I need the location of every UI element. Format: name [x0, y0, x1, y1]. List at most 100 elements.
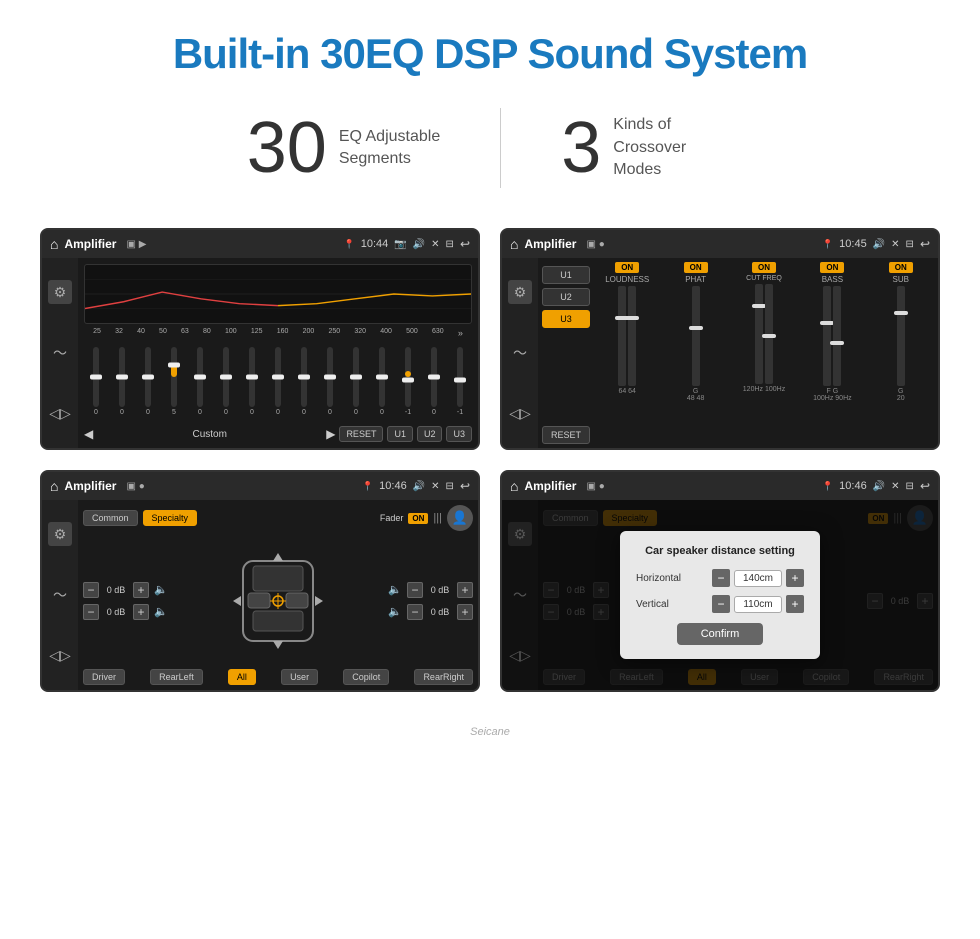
vertical-plus[interactable]: +: [786, 595, 804, 613]
eq-prev-btn[interactable]: ◀: [84, 427, 93, 441]
eq-slider-12[interactable]: -1: [396, 347, 420, 416]
vol-icon-2[interactable]: ◁▷: [508, 402, 532, 426]
sub-toggle[interactable]: ON: [889, 262, 913, 273]
driver-btn[interactable]: Driver: [83, 669, 125, 685]
home-icon-3[interactable]: ⌂: [50, 478, 58, 494]
phat-slider[interactable]: [692, 286, 700, 386]
home-icon[interactable]: ⌂: [50, 236, 58, 252]
db-plus-rr[interactable]: +: [457, 604, 473, 620]
eq-slider-8[interactable]: 0: [292, 347, 316, 416]
cutfreq-slider-2[interactable]: [765, 284, 773, 384]
volume-icon-4: 🔊: [873, 481, 885, 492]
vol-sidebar-icon[interactable]: ◁▷: [48, 402, 72, 426]
bass-slider-2[interactable]: [833, 286, 841, 386]
eq-slider-0[interactable]: 0: [84, 347, 108, 416]
wave-sidebar-icon[interactable]: 〜: [48, 341, 72, 365]
eq-slider-14[interactable]: -1: [448, 347, 472, 416]
crossover-u3[interactable]: U3: [542, 310, 590, 328]
vertical-minus[interactable]: −: [712, 595, 730, 613]
eq-slider-5[interactable]: 0: [214, 347, 238, 416]
home-icon-4[interactable]: ⌂: [510, 478, 518, 494]
screen-topbar-1: ⌂ Amplifier ▣ ▶ 📍 10:44 📷 🔊 ✕ ⊟ ↩: [42, 230, 478, 258]
loudness-slider[interactable]: [618, 286, 626, 386]
channel-cutfreq: ON CUT FREQ 120Hz 100Hz: [731, 262, 797, 444]
x-icon-4: ✕: [891, 481, 899, 492]
left-db-controls: − 0 dB + 🔈 − 0 dB + 🔈: [83, 536, 168, 665]
topbar-time-4: 10:46: [839, 480, 867, 492]
phat-vals: 48 48: [687, 395, 705, 402]
rec-icons-3: ▣ ●: [126, 481, 144, 492]
all-btn[interactable]: All: [228, 669, 256, 685]
back-icon-3: ↩: [460, 479, 470, 493]
fader-toggle-3[interactable]: ON: [408, 513, 428, 524]
phat-g-label: G: [693, 388, 698, 395]
bass-slider-1[interactable]: [823, 286, 831, 386]
loudness-slider-2[interactable]: [628, 286, 636, 386]
eq-next-btn[interactable]: ▶: [326, 427, 335, 441]
eq-icon-3[interactable]: ⚙: [48, 522, 72, 546]
eq-slider-3[interactable]: 5: [162, 347, 186, 416]
volume-icon: 🔊: [413, 239, 425, 250]
eq-slider-10[interactable]: 0: [344, 347, 368, 416]
eq-slider-1[interactable]: 0: [110, 347, 134, 416]
eq-icon-2[interactable]: ⚙: [508, 280, 532, 304]
db-plus-fr[interactable]: +: [457, 582, 473, 598]
common-btn[interactable]: Common: [83, 510, 138, 526]
crossover-u2[interactable]: U2: [542, 288, 590, 306]
eq-u1-btn[interactable]: U1: [387, 426, 413, 442]
wave-icon-2[interactable]: 〜: [508, 341, 532, 365]
user-btn-zone[interactable]: User: [281, 669, 318, 685]
eq-freq-labels: 2532405063 80100125160200 25032040050063…: [84, 328, 472, 338]
db-val-rr: 0 dB: [426, 607, 454, 617]
eq-slider-6[interactable]: 0: [240, 347, 264, 416]
screen-topbar-3: ⌂ Amplifier ▣ ● 📍 10:46 🔊 ✕ ⊟ ↩: [42, 472, 478, 500]
rec-icons-4: ▣ ●: [586, 481, 604, 492]
cutfreq-sliders: [755, 284, 773, 384]
eq-reset-btn[interactable]: RESET: [339, 426, 383, 442]
screen-title-2: Amplifier: [524, 237, 576, 251]
rec-icons-2: ▣ ●: [586, 239, 604, 250]
db-plus-fl[interactable]: +: [133, 582, 149, 598]
sub-slider[interactable]: [897, 286, 905, 386]
eq-slider-13[interactable]: 0: [422, 347, 446, 416]
db-minus-rr[interactable]: −: [407, 604, 423, 620]
eq-u2-btn[interactable]: U2: [417, 426, 443, 442]
fader-bars: |||: [433, 512, 442, 524]
cutfreq-toggle[interactable]: ON: [752, 262, 776, 273]
db-minus-fr[interactable]: −: [407, 582, 423, 598]
car-svg: [228, 541, 328, 661]
bass-toggle[interactable]: ON: [820, 262, 844, 273]
eq-u3-btn[interactable]: U3: [446, 426, 472, 442]
db-minus-fl[interactable]: −: [83, 582, 99, 598]
screen-icon: ⊟: [446, 239, 454, 250]
eq-slider-4[interactable]: 0: [188, 347, 212, 416]
vertical-label: Vertical: [636, 599, 712, 610]
eq-slider-2[interactable]: 0: [136, 347, 160, 416]
crossover-reset[interactable]: RESET: [542, 426, 590, 444]
vertical-input-group: − 110cm +: [712, 595, 804, 613]
phat-toggle[interactable]: ON: [684, 262, 708, 273]
loudness-toggle[interactable]: ON: [615, 262, 639, 273]
screen-sidebar-2: ⚙ 〜 ◁▷: [502, 258, 538, 448]
db-minus-rl[interactable]: −: [83, 604, 99, 620]
horizontal-minus[interactable]: −: [712, 569, 730, 587]
horizontal-plus[interactable]: +: [786, 569, 804, 587]
copilot-btn[interactable]: Copilot: [343, 669, 389, 685]
eq-slider-11[interactable]: 0: [370, 347, 394, 416]
eq-sidebar-icon[interactable]: ⚙: [48, 280, 72, 304]
db-control-fl: − 0 dB + 🔈: [83, 582, 168, 598]
rear-right-btn[interactable]: RearRight: [414, 669, 473, 685]
eq-slider-9[interactable]: 0: [318, 347, 342, 416]
vol-icon-3[interactable]: ◁▷: [48, 644, 72, 668]
rear-left-btn[interactable]: RearLeft: [150, 669, 203, 685]
eq-slider-7[interactable]: 0: [266, 347, 290, 416]
confirm-button[interactable]: Confirm: [677, 623, 764, 645]
crossover-layout: U1 U2 U3 RESET ON LOUDNESS: [542, 262, 934, 444]
db-plus-rl[interactable]: +: [133, 604, 149, 620]
specialty-btn[interactable]: Specialty: [143, 510, 198, 526]
home-icon-2[interactable]: ⌂: [510, 236, 518, 252]
crossover-u1[interactable]: U1: [542, 266, 590, 284]
wave-icon-3[interactable]: 〜: [48, 583, 72, 607]
sub-label: SUB: [893, 275, 909, 284]
channel-bass: ON BASS F G 100Hz 90Hz: [799, 262, 865, 444]
